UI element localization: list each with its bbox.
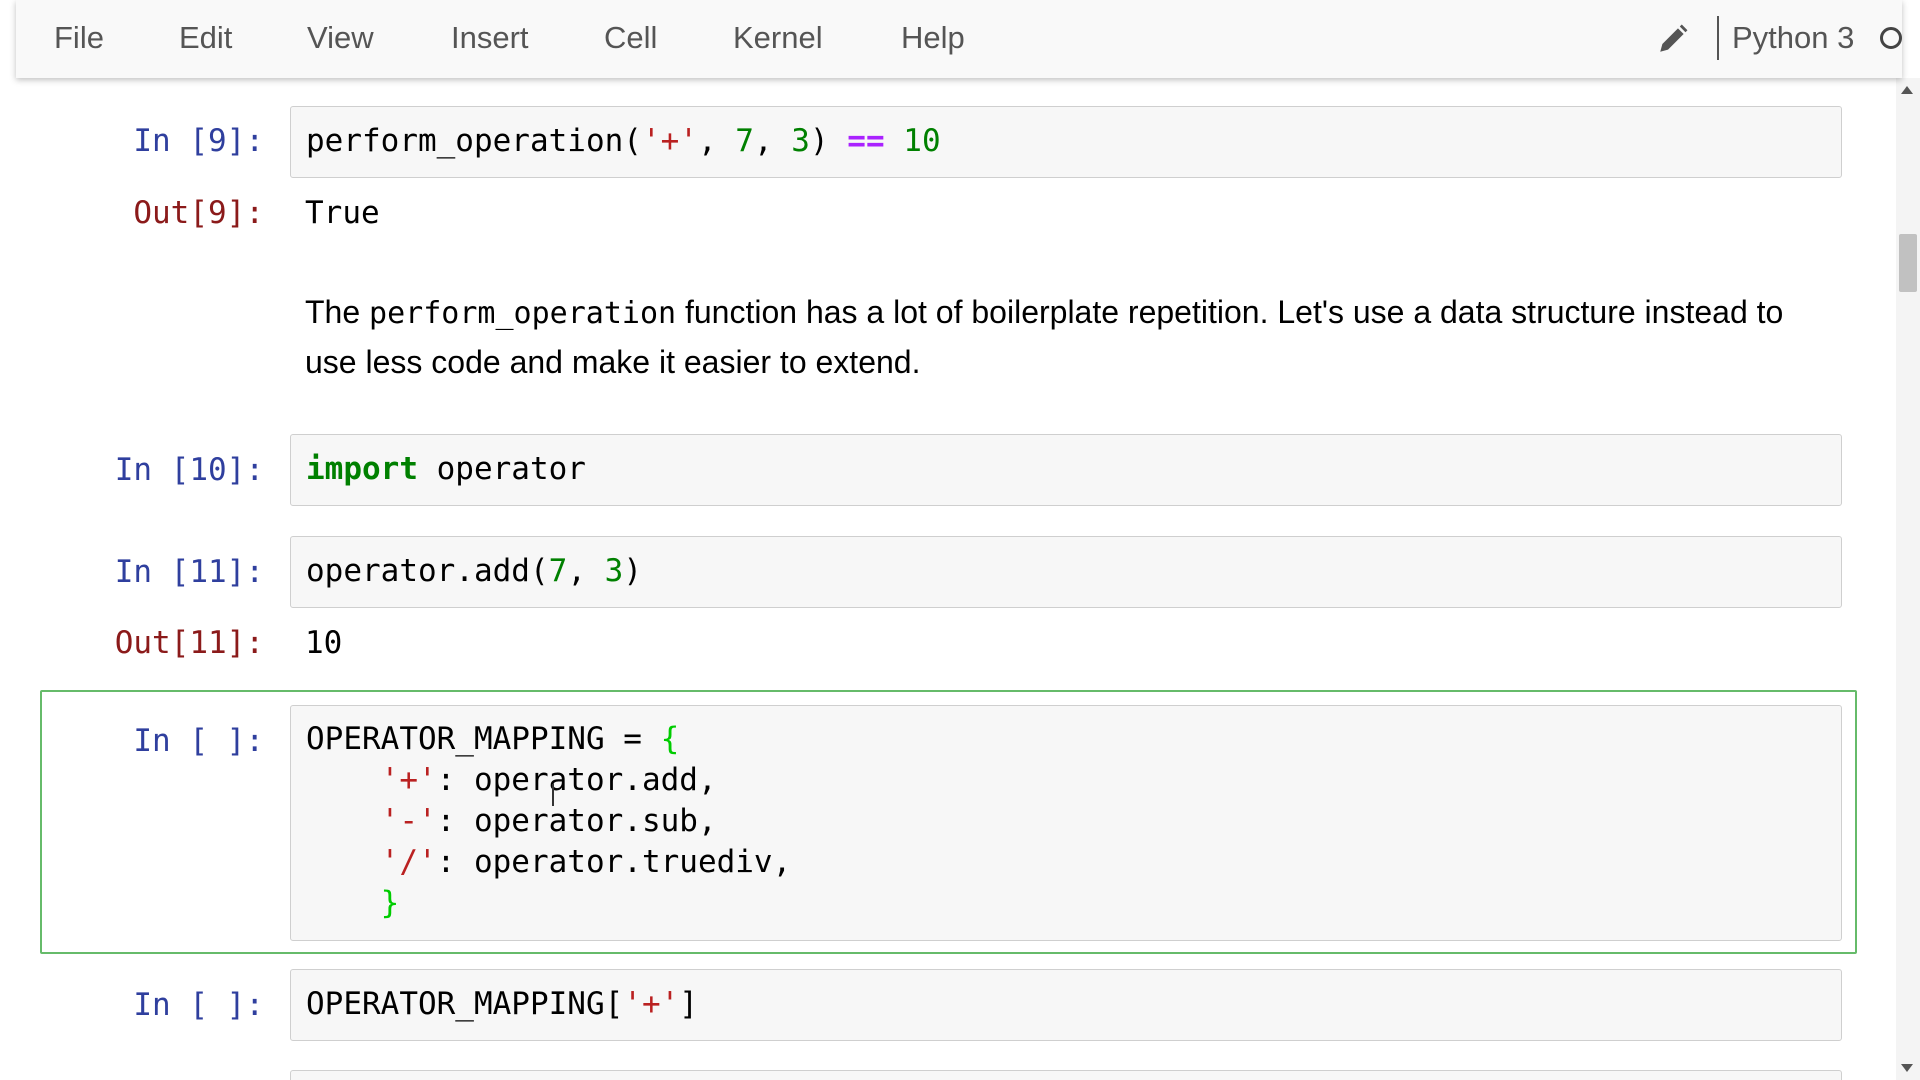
code-text[interactable]: OPERATOR_MAPPING = { '+': operator.add, … (291, 706, 1841, 924)
code-input[interactable]: perform_operation('+', 7, 3) == 10 (290, 106, 1842, 178)
input-prompt: In [9]: (133, 123, 264, 159)
code-token-string: '+' (623, 986, 680, 1022)
menu-insert[interactable]: Insert (451, 20, 529, 56)
code-input[interactable]: import operator (290, 434, 1842, 506)
cell-output: 10 (305, 625, 343, 661)
menubar: File Edit View Insert Cell Kernel Help P… (16, 0, 1902, 78)
input-prompt: In [10]: (114, 452, 264, 488)
kernel-name[interactable]: Python 3 (1732, 20, 1854, 56)
input-prompt: In [ ]: (133, 987, 264, 1023)
code-text[interactable]: perform_operation('+', 7, 3) == 10 (291, 107, 1841, 162)
output-prompt: Out[9]: (133, 195, 264, 231)
code-token-operator: == (847, 123, 885, 159)
code-token-keyword: import (306, 451, 418, 487)
code-token-string: '+' (380, 762, 437, 798)
mouse-ibeam-cursor (552, 784, 554, 806)
menu-cell[interactable]: Cell (604, 20, 657, 56)
code-token-number: 7 (735, 123, 754, 159)
cell-output: True (305, 195, 380, 231)
kernel-idle-circle-icon (1880, 27, 1902, 49)
code-input[interactable]: OPERATOR_MAPPING['+'] (290, 969, 1842, 1041)
scrollbar-thumb[interactable] (1899, 234, 1917, 292)
code-token-number: 3 (604, 553, 624, 589)
menu-file[interactable]: File (54, 20, 104, 56)
code-text[interactable]: operator.add(7, 3) (291, 537, 1841, 592)
kernel-separator (1717, 16, 1719, 60)
menu-kernel[interactable]: Kernel (733, 20, 823, 56)
code-text[interactable]: import operator (291, 435, 1841, 490)
markdown-cell[interactable]: The perform_operation function has a lot… (305, 288, 1805, 387)
vertical-scrollbar[interactable] (1896, 78, 1920, 1080)
code-token-number: 10 (903, 123, 941, 159)
input-prompt: In [11]: (114, 554, 264, 590)
menu-edit[interactable]: Edit (179, 20, 232, 56)
code-input[interactable]: operator.add(7, 3) (290, 536, 1842, 608)
code-input[interactable] (290, 1070, 1842, 1080)
code-input[interactable]: OPERATOR_MAPPING = { '+': operator.add, … (290, 705, 1842, 941)
pencil-icon[interactable] (1656, 22, 1690, 56)
code-token-brace: { (660, 721, 680, 757)
code-token-brace: } (380, 885, 400, 921)
scroll-down-arrow-icon[interactable] (1901, 1064, 1913, 1072)
inline-code: perform_operation (369, 296, 677, 331)
code-token-number: 3 (791, 123, 810, 159)
markdown-text: The (305, 294, 370, 330)
notebook-container: In [9]: perform_operation('+', 7, 3) == … (0, 78, 1896, 1080)
code-token-number: 7 (548, 553, 568, 589)
menu-view[interactable]: View (307, 20, 374, 56)
scroll-up-arrow-icon[interactable] (1901, 86, 1913, 94)
menu-help[interactable]: Help (901, 20, 965, 56)
code-text[interactable]: OPERATOR_MAPPING['+'] (291, 970, 1841, 1025)
input-prompt: In [ ]: (133, 723, 264, 759)
code-token-string: '-' (380, 803, 437, 839)
code-token-string: '/' (380, 844, 437, 880)
code-token-string: '+' (641, 123, 698, 159)
output-prompt: Out[11]: (114, 625, 264, 661)
